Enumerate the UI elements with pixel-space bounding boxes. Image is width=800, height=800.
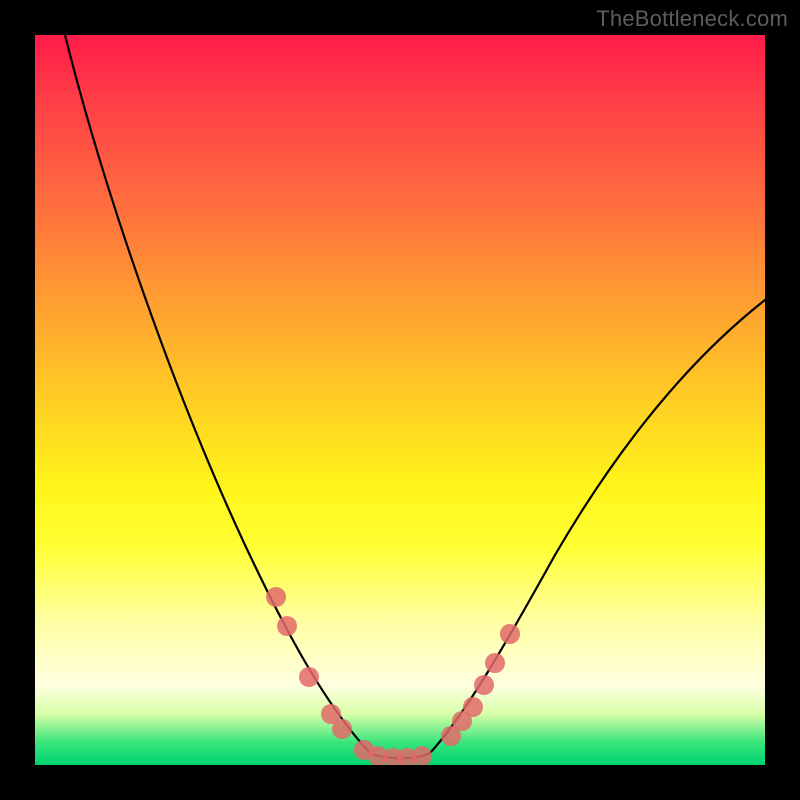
data-dot	[332, 719, 352, 739]
data-dot	[463, 697, 483, 717]
data-dot	[485, 653, 505, 673]
data-dot	[266, 587, 286, 607]
watermark-text: TheBottleneck.com	[596, 6, 788, 32]
bottleneck-curve-svg	[35, 35, 765, 765]
data-dot	[299, 667, 319, 687]
data-dot	[277, 616, 297, 636]
data-dot	[500, 624, 520, 644]
plot-area	[35, 35, 765, 765]
data-dot	[412, 746, 432, 765]
chart-frame: TheBottleneck.com	[0, 0, 800, 800]
data-dot	[474, 675, 494, 695]
curve-left-branch	[65, 35, 370, 753]
